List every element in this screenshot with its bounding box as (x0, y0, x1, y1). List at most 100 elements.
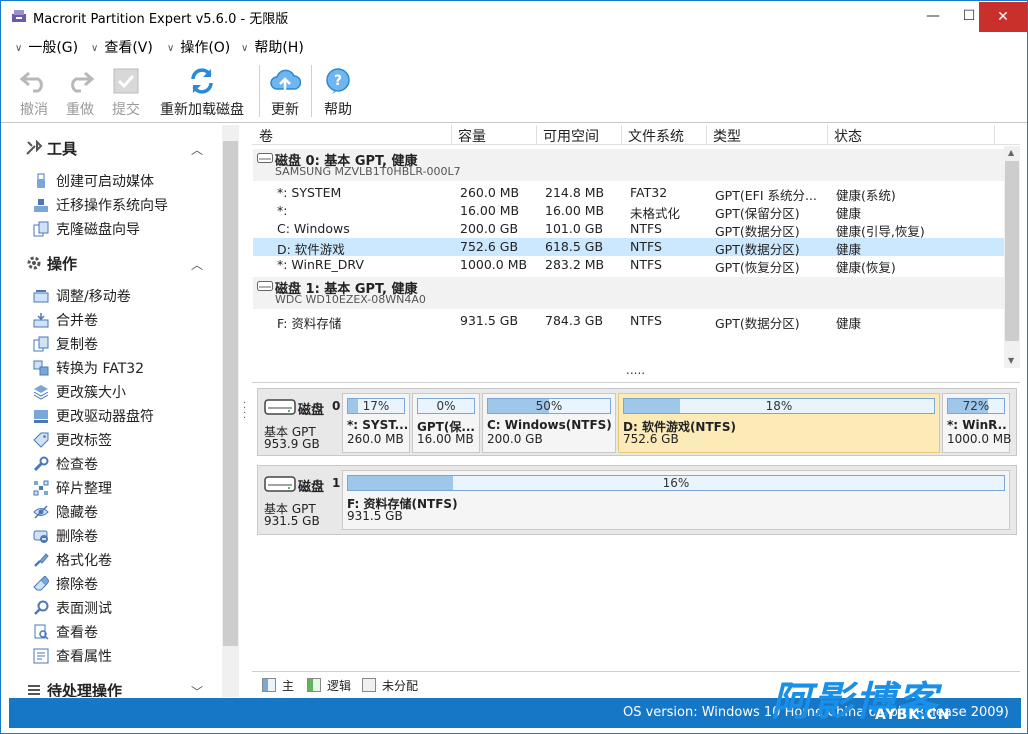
sidebar-item-wipe-volume[interactable]: 擦除卷 (33, 574, 98, 594)
column-separator[interactable] (451, 125, 452, 145)
cell-fs: FAT32 (630, 185, 668, 200)
sidebar-item-defrag[interactable]: 碎片整理 (33, 478, 112, 498)
partition-block[interactable]: 50% C: Windows(NTFS) 200.0 GB (482, 393, 616, 453)
disk-row-0[interactable]: 磁盘 0: 基本 GPT, 健康 SAMSUNG MZVLB1T0HBLR-00… (253, 149, 1004, 181)
undo-button[interactable]: 撤消 (15, 65, 53, 119)
disk-map-1[interactable]: 磁盘 1 基本 GPT 931.5 GB 16% F: 资料存储(NTFS) 9… (257, 465, 1017, 535)
pending-header-label: 待处理操作 (47, 682, 123, 697)
panel-splitter[interactable]: · · · · (243, 399, 247, 424)
update-button[interactable]: 更新 (267, 65, 303, 119)
column-type[interactable]: 类型 (713, 126, 741, 146)
app-logo-icon (12, 10, 26, 22)
partition-block-selected[interactable]: 18% D: 软件游戏(NTFS) 752.6 GB (618, 393, 940, 453)
menu-operation[interactable]: ∨ 操作(O) (167, 37, 230, 57)
tools-header[interactable]: 工具 (25, 138, 77, 159)
column-separator[interactable] (621, 125, 622, 145)
sidebar-item-copy[interactable]: 复制卷 (33, 334, 98, 354)
sidebar-item-label: 更改标签 (56, 433, 112, 449)
sidebar-item-label: 隐藏卷 (56, 505, 98, 521)
usage-percent: 18% (765, 399, 793, 413)
table-row[interactable]: F: 资料存储 931.5 GB 784.3 GB NTFS GPT(数据分区)… (253, 312, 1004, 331)
collapse-pending-icon[interactable]: ﹀ (191, 683, 203, 697)
minimize-button[interactable]: — (917, 1, 949, 32)
close-button[interactable]: ✕ (979, 2, 1027, 32)
sidebar-item-resize-move[interactable]: 调整/移动卷 (33, 286, 131, 306)
partition-block[interactable]: 17% *: SYST... 260.0 MB (342, 393, 410, 453)
table-row[interactable]: *: SYSTEM 260.0 MB 214.8 MB FAT32 GPT(EF… (253, 184, 1004, 203)
pending-operations-header[interactable]: 待处理操作 (25, 680, 122, 697)
sidebar-item-delete-volume[interactable]: 删除卷 (33, 526, 98, 546)
disk-map-0[interactable]: 磁盘 0 基本 GPT 953.9 GB 17% *: SYST... 260.… (257, 388, 1017, 456)
pending-list-icon (28, 685, 40, 695)
column-free-space[interactable]: 可用空间 (543, 126, 599, 146)
scroll-down-icon[interactable]: ▼ (1008, 356, 1014, 365)
app-window: Macrorit Partition Expert v5.6.0 - 无限版 —… (0, 0, 1028, 734)
cell-free: 283.2 MB (545, 257, 605, 272)
table-row[interactable]: C: Windows 200.0 GB 101.0 GB NTFS GPT(数据… (253, 220, 1004, 239)
sidebar-item-change-cluster-size[interactable]: 更改簇大小 (33, 382, 126, 402)
sidebar-item-label: 更改驱动器盘符 (56, 409, 154, 425)
sidebar-item-label: 查看卷 (56, 625, 98, 641)
sidebar-item-label: 转换为 FAT32 (56, 361, 145, 377)
table-row[interactable]: *: WinRE_DRV 1000.0 MB 283.2 MB NTFS GPT… (253, 256, 1004, 275)
collapse-tools-icon[interactable]: ︿ (191, 141, 203, 158)
partition-block[interactable]: 72% *: WinR... 1000.0 MB (942, 393, 1011, 453)
partition-block[interactable]: 16% F: 资料存储(NTFS) 931.5 GB (342, 470, 1010, 530)
sidebar-item-change-label[interactable]: 更改标签 (33, 430, 112, 450)
cell-free: 784.3 GB (545, 313, 604, 328)
column-file-system[interactable]: 文件系统 (628, 126, 684, 146)
cell-status: 健康(恢复) (836, 260, 896, 275)
sidebar-item-merge[interactable]: 合并卷 (33, 310, 98, 330)
sidebar-item-label: 合并卷 (56, 313, 98, 329)
properties-icon (33, 648, 49, 664)
column-separator[interactable] (827, 125, 828, 145)
operations-header-label: 操作 (47, 255, 78, 273)
table-row[interactable]: *: 16.00 MB 16.00 MB 未格式化 GPT(保留分区) 健康 (253, 202, 1004, 221)
disk-row-1[interactable]: 磁盘 1: 基本 GPT, 健康 WDC WD10EZEX-08WN4A0 (253, 277, 1004, 309)
sidebar-item-view-properties[interactable]: 查看属性 (33, 646, 112, 666)
svg-text:?: ? (334, 73, 342, 89)
reload-disk-button[interactable]: 重新加载磁盘 (155, 65, 249, 119)
menu-help[interactable]: ∨ 帮助(H) (241, 37, 304, 57)
usage-percent: 50% (535, 399, 563, 413)
sidebar-item-surface-test[interactable]: 表面测试 (33, 598, 112, 618)
sidebar-item-create-bootable-media[interactable]: 创建可启动媒体 (33, 171, 154, 191)
sidebar-item-change-drive-letter[interactable]: 更改驱动器盘符 (33, 406, 154, 426)
help-button[interactable]: ? 帮助 (321, 65, 355, 119)
sidebar-item-migrate-os[interactable]: 迁移操作系统向导 (33, 195, 168, 215)
usage-percent: 0% (436, 399, 456, 413)
sidebar-item-format-volume[interactable]: 格式化卷 (33, 550, 112, 570)
sidebar-item-clone-disk[interactable]: 克隆磁盘向导 (33, 219, 140, 239)
partition-block[interactable]: 0% GPT(保... 16.00 MB (412, 393, 480, 453)
column-status[interactable]: 状态 (834, 126, 862, 146)
sidebar-item-label: 复制卷 (56, 337, 98, 353)
column-separator[interactable] (994, 125, 995, 145)
column-capacity[interactable]: 容量 (458, 126, 486, 146)
partition-size: 931.5 GB (347, 509, 403, 523)
collapse-operations-icon[interactable]: ︿ (191, 256, 203, 273)
sidebar-item-convert-fat32[interactable]: 转换为 FAT32 (33, 358, 144, 378)
operations-header[interactable]: 操作 (25, 253, 77, 274)
splitter-handle[interactable]: ..... (626, 363, 645, 377)
menu-general[interactable]: ∨ 一般(G) (15, 37, 78, 57)
clone-icon (33, 221, 49, 237)
scroll-up-icon[interactable]: ▲ (1008, 148, 1014, 157)
commit-button[interactable]: 提交 (107, 65, 145, 119)
column-separator[interactable] (706, 125, 707, 145)
column-volume[interactable]: 卷 (259, 126, 273, 146)
usage-percent: 16% (662, 476, 690, 490)
redo-button[interactable]: 重做 (61, 65, 99, 119)
sidebar-scrollbar-thumb[interactable] (223, 141, 238, 646)
menu-view[interactable]: ∨ 查看(V) (91, 37, 153, 57)
table-scrollbar-thumb[interactable] (1005, 161, 1019, 341)
gear-icon (27, 256, 41, 270)
table-row-selected[interactable]: D: 软件游戏 752.6 GB 618.5 GB NTFS GPT(数据分区)… (253, 238, 1004, 257)
sidebar-item-check-volume[interactable]: 检查卷 (33, 454, 98, 474)
toolbar-divider (1, 122, 1027, 123)
sidebar-item-view-volume[interactable]: 查看卷 (33, 622, 98, 642)
sidebar-item-hide-volume[interactable]: 隐藏卷 (33, 502, 98, 522)
column-separator[interactable] (536, 125, 537, 145)
legend-unallocated-label: 未分配 (382, 679, 419, 693)
cell-fs: NTFS (630, 239, 662, 254)
sidebar-item-label: 擦除卷 (56, 577, 98, 593)
